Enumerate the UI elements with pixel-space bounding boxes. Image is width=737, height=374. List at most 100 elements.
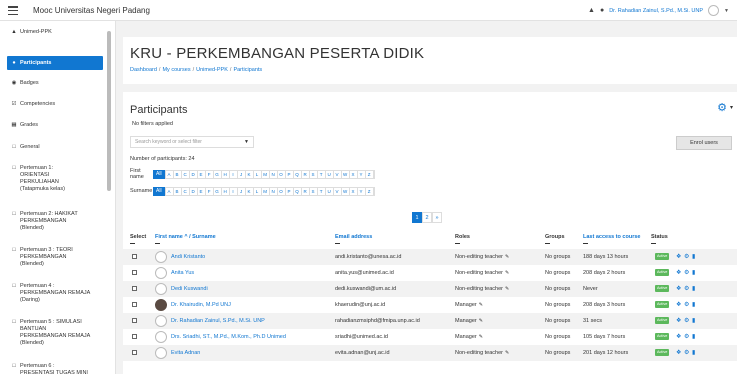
messages-icon[interactable]: ● bbox=[600, 7, 604, 14]
filter-search-input[interactable]: Search keyword or select filter ▼ bbox=[130, 136, 254, 148]
sidebar-item-pertemuan-1[interactable]: □ Pertemuan 1: ORIENTASI PERKULIAHAN (Ta… bbox=[7, 162, 103, 196]
info-icon[interactable]: ❖ bbox=[676, 285, 681, 292]
letter-filter-y[interactable]: Y bbox=[358, 170, 366, 178]
edit-pencil-icon[interactable]: ✎ bbox=[505, 254, 509, 260]
settings-gear-icon[interactable]: ⚙ bbox=[684, 333, 689, 340]
column-collapse-icon[interactable] bbox=[545, 243, 550, 244]
letter-filter-p[interactable]: P bbox=[286, 170, 294, 178]
column-collapse-icon[interactable] bbox=[130, 243, 135, 244]
trash-icon[interactable]: ▮ bbox=[692, 317, 695, 324]
participant-name-link[interactable]: Dr. Rahadian Zainul, S.Pd., M.Si. UNP bbox=[171, 318, 265, 324]
letter-filter-c[interactable]: C bbox=[182, 170, 190, 178]
edit-pencil-icon[interactable]: ✎ bbox=[505, 350, 509, 356]
row-select-checkbox[interactable] bbox=[132, 286, 137, 291]
column-collapse-icon[interactable] bbox=[155, 243, 160, 244]
letter-filter-h[interactable]: H bbox=[222, 187, 230, 195]
settings-gear-icon[interactable]: ⚙ bbox=[684, 301, 689, 308]
letter-filter-s[interactable]: S bbox=[310, 170, 318, 178]
notification-bell-icon[interactable]: ▲ bbox=[588, 7, 595, 14]
letter-filter-s[interactable]: S bbox=[310, 187, 318, 195]
letter-filter-q[interactable]: Q bbox=[294, 187, 302, 195]
row-select-checkbox[interactable] bbox=[132, 270, 137, 275]
settings-gear-icon[interactable]: ⚙ bbox=[684, 349, 689, 356]
first-name-all-button[interactable]: All bbox=[153, 169, 165, 179]
letter-filter-i[interactable]: I bbox=[230, 170, 238, 178]
letter-filter-g[interactable]: G bbox=[214, 187, 222, 195]
letter-filter-t[interactable]: T bbox=[318, 170, 326, 178]
trash-icon[interactable]: ▮ bbox=[692, 253, 695, 260]
edit-pencil-icon[interactable]: ✎ bbox=[505, 286, 509, 292]
letter-filter-n[interactable]: N bbox=[270, 187, 278, 195]
letter-filter-u[interactable]: U bbox=[326, 187, 334, 195]
sidebar-item-pertemuan-2[interactable]: □ Pertemuan 2: HAKIKAT PERKEMBANGAN (Ble… bbox=[7, 208, 103, 235]
sidebar-item-badges[interactable]: ◉ Badges bbox=[7, 77, 103, 89]
letter-filter-q[interactable]: Q bbox=[294, 170, 302, 178]
letter-filter-j[interactable]: J bbox=[238, 187, 246, 195]
user-menu-caret-icon[interactable]: ▼ bbox=[724, 8, 729, 14]
letter-filter-o[interactable]: O bbox=[278, 170, 286, 178]
letter-filter-m[interactable]: M bbox=[262, 187, 270, 195]
letter-filter-k[interactable]: K bbox=[246, 187, 254, 195]
row-select-checkbox[interactable] bbox=[132, 350, 137, 355]
enrol-users-button[interactable]: Enrol users bbox=[676, 136, 732, 150]
participant-name-link[interactable]: Andi Kristanto bbox=[171, 254, 205, 260]
letter-filter-l[interactable]: L bbox=[254, 170, 262, 178]
info-icon[interactable]: ❖ bbox=[676, 269, 681, 276]
row-select-checkbox[interactable] bbox=[132, 302, 137, 307]
letter-filter-i[interactable]: I bbox=[230, 187, 238, 195]
letter-filter-t[interactable]: T bbox=[318, 187, 326, 195]
sidebar-item-participants[interactable]: ● Participants bbox=[7, 56, 103, 70]
letter-filter-z[interactable]: Z bbox=[366, 170, 374, 178]
column-collapse-icon[interactable] bbox=[583, 243, 588, 244]
column-header-email[interactable]: Email address bbox=[335, 234, 372, 240]
letter-filter-m[interactable]: M bbox=[262, 170, 270, 178]
row-select-checkbox[interactable] bbox=[132, 334, 137, 339]
letter-filter-d[interactable]: D bbox=[190, 187, 198, 195]
edit-pencil-icon[interactable]: ✎ bbox=[479, 302, 483, 308]
letter-filter-l[interactable]: L bbox=[254, 187, 262, 195]
letter-filter-o[interactable]: O bbox=[278, 187, 286, 195]
info-icon[interactable]: ❖ bbox=[676, 349, 681, 356]
sidebar-item-grades[interactable]: ▦ Grades bbox=[7, 119, 103, 131]
letter-filter-u[interactable]: U bbox=[326, 170, 334, 178]
trash-icon[interactable]: ▮ bbox=[692, 349, 695, 356]
settings-gear-icon[interactable]: ⚙ bbox=[684, 253, 689, 260]
settings-gear-icon[interactable]: ⚙ bbox=[684, 285, 689, 292]
breadcrumb-my-courses[interactable]: My courses bbox=[162, 67, 190, 73]
letter-filter-c[interactable]: C bbox=[182, 187, 190, 195]
sidebar-item-pertemuan-4[interactable]: □ Pertemuan 4 : PERKEMBANGAN REMAJA (Dar… bbox=[7, 280, 103, 307]
letter-filter-e[interactable]: E bbox=[198, 170, 206, 178]
letter-filter-x[interactable]: X bbox=[350, 170, 358, 178]
column-collapse-icon[interactable] bbox=[455, 243, 460, 244]
letter-filter-z[interactable]: Z bbox=[366, 187, 374, 195]
user-name[interactable]: Dr. Rahadian Zainul, S.Pd., M.Si. UNP bbox=[609, 8, 703, 14]
letter-filter-w[interactable]: W bbox=[342, 170, 350, 178]
breadcrumb-course[interactable]: Unimed-PPK bbox=[196, 67, 228, 73]
letter-filter-r[interactable]: R bbox=[302, 170, 310, 178]
surname-all-button[interactable]: All bbox=[153, 186, 165, 196]
column-header-name[interactable]: First name ^ / Surname bbox=[155, 234, 216, 240]
site-name[interactable]: Mooc Universitas Negeri Padang bbox=[33, 6, 150, 15]
sidebar-item-pertemuan-3[interactable]: □ Pertemuan 3 : TEORI PERKEMBANGAN (Blen… bbox=[7, 244, 103, 271]
row-select-checkbox[interactable] bbox=[132, 254, 137, 259]
hamburger-menu-icon[interactable] bbox=[8, 6, 18, 15]
user-avatar[interactable] bbox=[708, 5, 720, 16]
info-icon[interactable]: ❖ bbox=[676, 317, 681, 324]
letter-filter-b[interactable]: B bbox=[174, 170, 182, 178]
trash-icon[interactable]: ▮ bbox=[692, 269, 695, 276]
letter-filter-h[interactable]: H bbox=[222, 170, 230, 178]
letter-filter-n[interactable]: N bbox=[270, 170, 278, 178]
info-icon[interactable]: ❖ bbox=[676, 253, 681, 260]
participant-name-link[interactable]: Evita Adnan bbox=[171, 350, 200, 356]
participant-name-link[interactable]: Dedi Kuswandi bbox=[171, 286, 208, 292]
sidebar-item-pertemuan-5[interactable]: □ Pertemuan 5 : SIMULASI BANTUAN PERKEMB… bbox=[7, 316, 103, 350]
letter-filter-v[interactable]: V bbox=[334, 187, 342, 195]
page-2-link[interactable]: 2 bbox=[422, 212, 432, 223]
info-icon[interactable]: ❖ bbox=[676, 301, 681, 308]
letter-filter-v[interactable]: V bbox=[334, 170, 342, 178]
trash-icon[interactable]: ▮ bbox=[692, 285, 695, 292]
edit-pencil-icon[interactable]: ✎ bbox=[479, 318, 483, 324]
page-1-link[interactable]: 1 bbox=[412, 212, 422, 223]
sidebar-item-competencies[interactable]: ☑ Competencies bbox=[7, 98, 103, 110]
letter-filter-r[interactable]: R bbox=[302, 187, 310, 195]
